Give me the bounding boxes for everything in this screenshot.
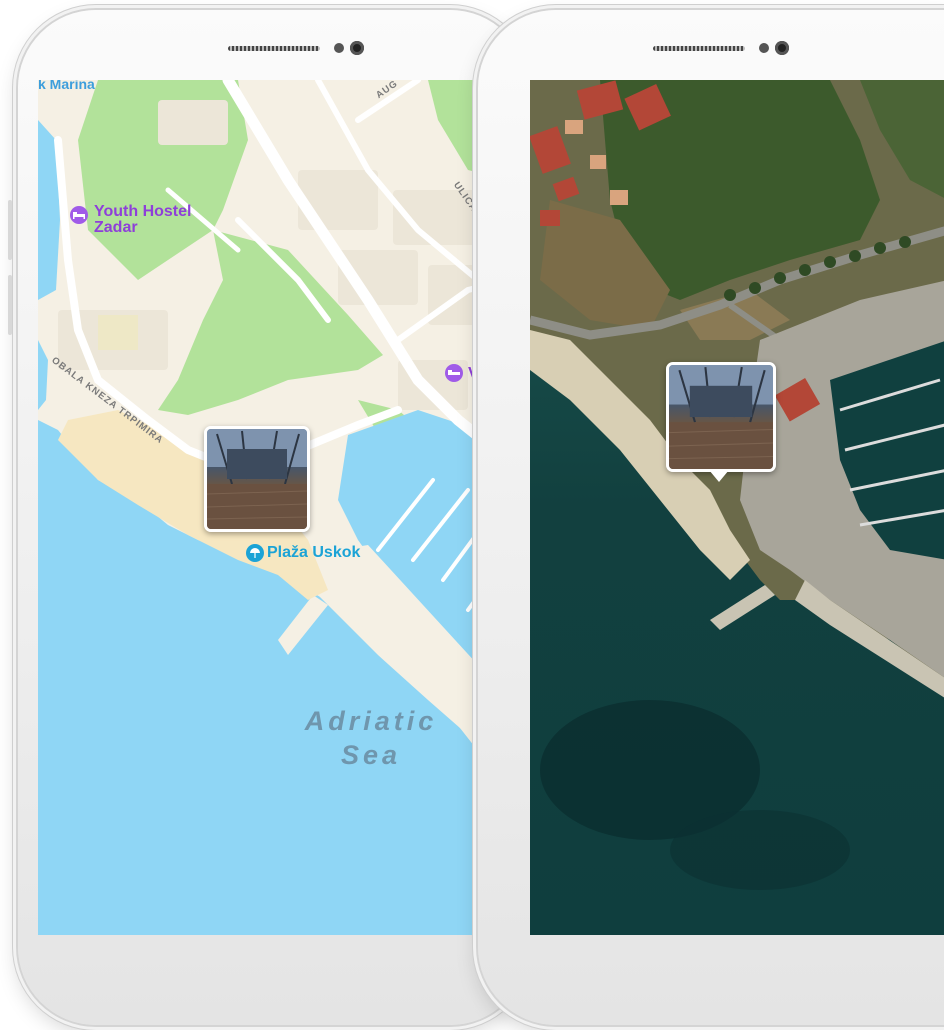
youth-hostel-label-line1: Youth Hostel [94, 203, 192, 220]
volume-button [8, 200, 12, 260]
photo-thumbnail-icon[interactable] [204, 426, 310, 532]
front-camera [775, 41, 789, 55]
youth-hostel-label-line2: Zadar [94, 219, 138, 236]
phone-frame-satellite [478, 10, 944, 1025]
volume-button [8, 275, 12, 335]
earpiece-speaker [653, 46, 745, 51]
phone-frame-map: k Marina Youth Hostel Zadar Villa OBALA … [8, 10, 528, 1025]
sea-label-line1: Adriatic [304, 706, 438, 736]
map-screen[interactable]: k Marina Youth Hostel Zadar Villa OBALA … [38, 80, 508, 935]
youth-hostel-label[interactable]: Youth Hostel Zadar [94, 204, 191, 236]
earpiece-speaker [228, 46, 320, 51]
sea-label-line2: Sea [340, 740, 402, 770]
bed-icon[interactable] [445, 364, 463, 382]
satellite-screen[interactable] [530, 80, 944, 935]
beach-umbrella-icon[interactable] [246, 544, 264, 562]
marina-label: k Marina [38, 80, 95, 92]
sea-label: Adriatic Sea [276, 704, 466, 772]
proximity-sensor [334, 43, 344, 53]
proximity-sensor [759, 43, 769, 53]
marker-pointer [709, 470, 729, 482]
front-camera [350, 41, 364, 55]
photo-thumbnail-icon[interactable] [666, 362, 776, 472]
bed-icon[interactable] [70, 206, 88, 224]
satellite-canvas[interactable] [530, 80, 944, 935]
beach-label[interactable]: Plaža Uskok [267, 544, 360, 562]
